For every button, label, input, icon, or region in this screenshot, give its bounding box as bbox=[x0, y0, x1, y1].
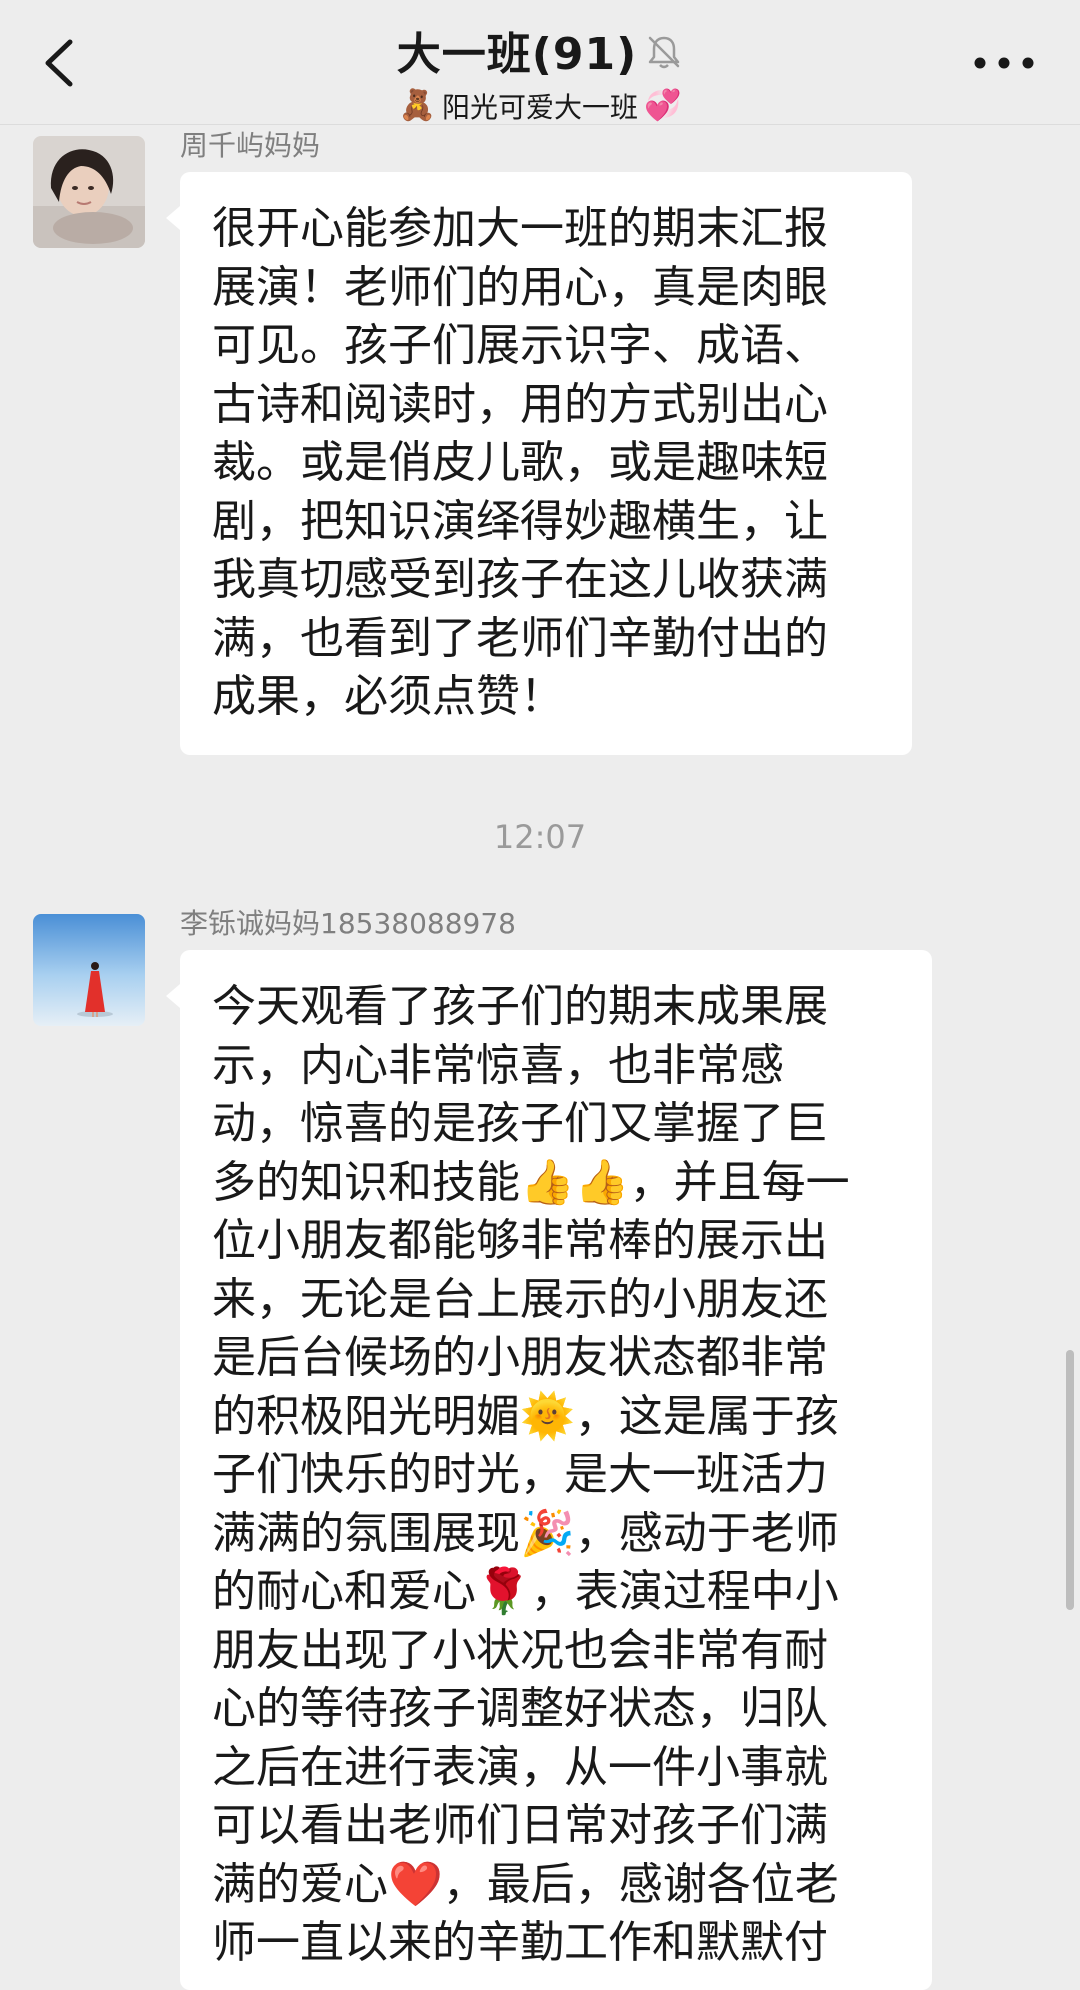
sender-name: 周千屿妈妈 bbox=[180, 129, 321, 162]
bell-muted-icon bbox=[645, 31, 683, 69]
more-button[interactable] bbox=[970, 48, 1038, 78]
timestamp: 12:07 bbox=[493, 818, 587, 856]
message-bubble[interactable]: 今天观看了孩子们的期末成果展 示，内心非常惊喜，也非常感 动，惊喜的是孩子们又掌… bbox=[166, 950, 932, 1990]
avatar[interactable] bbox=[33, 136, 145, 248]
hearts-icon: 💞 bbox=[644, 88, 682, 123]
chat-title: 大一班(91) bbox=[396, 29, 638, 80]
chat-subtitle: 阳光可爱大一班 bbox=[441, 91, 638, 124]
chat-subtitle-row: 🧸 阳光可爱大一班 💞 bbox=[399, 86, 682, 126]
message-bubble[interactable]: 很开心能参加大一班的期末汇报 展演！老师们的用心，真是肉眼 可见。孩子们展示识字… bbox=[166, 172, 912, 755]
more-dots-icon bbox=[974, 57, 1034, 69]
teddy-bear-icon: 🧸 bbox=[398, 88, 436, 123]
avatar[interactable] bbox=[33, 914, 145, 1026]
chat-title-area: 大一班(91) 🧸 阳光可爱大一班 💞 bbox=[0, 18, 1080, 126]
chat-header: 大一班(91) 🧸 阳光可爱大一班 💞 bbox=[0, 0, 1080, 125]
sender-name: 李铄诚妈妈18538088978 bbox=[180, 907, 516, 940]
scrollbar[interactable] bbox=[1066, 1350, 1074, 1610]
